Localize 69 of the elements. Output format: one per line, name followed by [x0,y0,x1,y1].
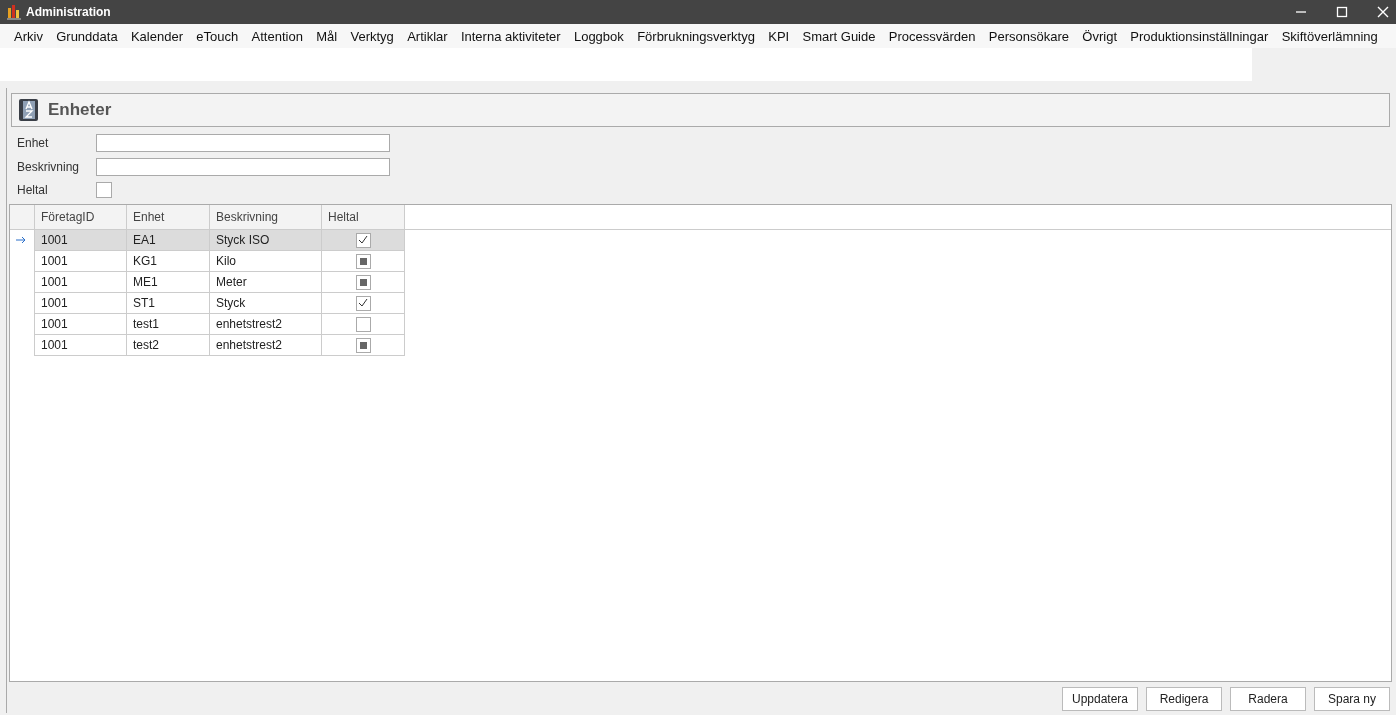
table-cell: enhetstrest2 [209,334,322,356]
menu-item[interactable]: Mål [310,26,344,46]
input-field[interactable] [96,158,390,176]
table-row[interactable]: 1001 test1 enhetstrest2 [10,313,405,335]
menu-item[interactable]: Verktyg [344,26,400,46]
table-cell: test2 [126,334,210,356]
table-cell: enhetstrest2 [209,313,322,335]
check-icon [358,235,368,246]
checkbox[interactable] [355,253,371,269]
column-header[interactable]: Enhet [126,205,210,230]
menu-item[interactable]: Loggbok [567,26,630,46]
menu-item[interactable]: Förbrukningsverktyg [631,26,761,46]
menu-item[interactable]: Kalender [124,26,189,46]
action-button[interactable]: Redigera [1146,687,1222,711]
menu-item[interactable]: KPI [762,26,796,46]
table-cell: test1 [126,313,210,335]
field-label: Heltal [17,183,49,197]
table-cell: 1001 [34,271,127,293]
menu-item[interactable]: Processvärden [882,26,982,46]
action-button[interactable]: Spara ny [1314,687,1390,711]
maximize-icon[interactable] [1335,5,1349,19]
table-row[interactable]: 1001 KG1 Kilo [10,250,405,272]
app-logo-icon [6,4,22,20]
table-cell: 1001 [34,250,127,272]
table-cell: KG1 [126,250,210,272]
menu-item[interactable]: Produktionsinställningar [1124,26,1275,46]
table-row[interactable]: 1001 test2 enhetstrest2 [10,334,405,356]
window-title: Administration [26,5,112,19]
menu-item[interactable]: Interna aktiviteter [454,26,567,46]
column-header[interactable]: Beskrivning [209,205,322,230]
current-row-arrow-icon [16,236,26,245]
checkbox[interactable] [355,295,371,311]
book-icon [18,98,40,122]
panel-title: Enheter [48,100,112,120]
action-button[interactable]: Radera [1230,687,1306,711]
table-cell: Styck [209,292,322,314]
input-field[interactable] [96,134,390,152]
table-row[interactable]: 1001 ME1 Meter [10,271,405,293]
menu-item[interactable]: Arkiv [8,26,49,46]
field-label: Enhet [17,136,50,150]
table-cell: 1001 [34,313,127,335]
menu-item[interactable]: Skiftöverlämning [1275,26,1384,46]
table-row[interactable]: 1001 ST1 Styck [10,292,405,314]
field-label: Beskrivning [17,160,81,174]
checkbox[interactable] [355,232,371,248]
column-header[interactable]: FöretagID [34,205,127,230]
table-cell: Kilo [209,250,322,272]
menu-item[interactable]: Smart Guide [796,26,882,46]
table-cell: 1001 [34,229,127,251]
checkbox[interactable] [355,337,371,353]
table-cell: ST1 [126,292,210,314]
table-row[interactable]: 1001 EA1 Styck ISO [10,229,405,251]
menu-item[interactable]: Attention [245,26,309,46]
action-button[interactable]: Uppdatera [1062,687,1138,711]
menu-item[interactable]: Grunddata [50,26,124,46]
table-cell: ME1 [126,271,210,293]
table-cell: 1001 [34,334,127,356]
menu-item[interactable]: Personsökare [982,26,1076,46]
checkbox[interactable] [96,182,112,198]
checkbox[interactable] [355,274,371,290]
checkbox[interactable] [355,316,371,332]
menu-item[interactable]: Övrigt [1076,26,1124,46]
menu-item[interactable]: Artiklar [401,26,454,46]
table-cell: 1001 [34,292,127,314]
check-icon [358,298,368,309]
column-header[interactable]: Heltal [321,205,405,230]
menu-item[interactable]: eTouch [190,26,245,46]
table-cell: Meter [209,271,322,293]
close-icon[interactable] [1376,5,1390,19]
